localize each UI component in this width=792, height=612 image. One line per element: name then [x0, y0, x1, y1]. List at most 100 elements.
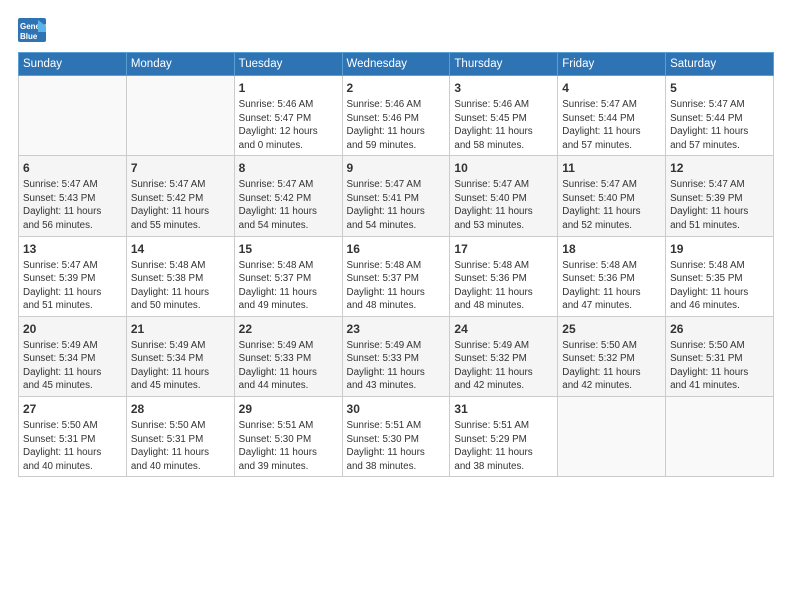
calendar-cell: 2 Sunrise: 5:46 AM Sunset: 5:46 PM Daylig… — [342, 76, 450, 156]
day-detail: Sunrise: 5:49 AM Sunset: 5:34 PM Dayligh… — [131, 339, 230, 393]
calendar-cell: 31 Sunrise: 5:51 AM Sunset: 5:29 PM Dayli… — [450, 397, 558, 477]
day-detail: Sunrise: 5:46 AM Sunset: 5:47 PM Dayligh… — [239, 98, 338, 152]
calendar-day-header: Tuesday — [234, 53, 342, 76]
day-detail: Sunrise: 5:47 AM Sunset: 5:41 PM Dayligh… — [347, 178, 446, 232]
day-detail: Sunrise: 5:47 AM Sunset: 5:44 PM Dayligh… — [670, 98, 769, 152]
calendar-cell: 26 Sunrise: 5:50 AM Sunset: 5:31 PM Dayli… — [666, 316, 774, 396]
day-detail: Sunrise: 5:47 AM Sunset: 5:43 PM Dayligh… — [23, 178, 122, 232]
day-number: 2 — [347, 80, 446, 96]
day-detail: Sunrise: 5:46 AM Sunset: 5:45 PM Dayligh… — [454, 98, 553, 152]
calendar-cell: 11Sunrise: 5:47 AM Sunset: 5:40 PM Dayli… — [558, 156, 666, 236]
day-number: 29 — [239, 401, 338, 417]
day-number: 9 — [347, 160, 446, 176]
calendar-cell: 24 Sunrise: 5:49 AM Sunset: 5:32 PM Dayli… — [450, 316, 558, 396]
day-detail: Sunrise: 5:50 AM Sunset: 5:31 PM Dayligh… — [131, 419, 230, 473]
day-detail: Sunrise: 5:48 AM Sunset: 5:36 PM Dayligh… — [454, 259, 553, 313]
calendar-day-header: Wednesday — [342, 53, 450, 76]
calendar-day-header: Monday — [126, 53, 234, 76]
day-number: 22 — [239, 321, 338, 337]
calendar-cell: 6 Sunrise: 5:47 AM Sunset: 5:43 PM Daylig… — [19, 156, 127, 236]
day-detail: Sunrise: 5:46 AM Sunset: 5:46 PM Dayligh… — [347, 98, 446, 152]
day-detail: Sunrise: 5:50 AM Sunset: 5:31 PM Dayligh… — [670, 339, 769, 393]
calendar-cell: 30Sunrise: 5:51 AM Sunset: 5:30 PM Dayli… — [342, 397, 450, 477]
logo-icon: General Blue — [18, 18, 46, 42]
calendar-cell: 16 Sunrise: 5:48 AM Sunset: 5:37 PM Dayli… — [342, 236, 450, 316]
day-detail: Sunrise: 5:47 AM Sunset: 5:42 PM Dayligh… — [131, 178, 230, 232]
header: General Blue — [18, 18, 774, 42]
day-number: 21 — [131, 321, 230, 337]
day-number: 6 — [23, 160, 122, 176]
calendar-cell: 21 Sunrise: 5:49 AM Sunset: 5:34 PM Dayli… — [126, 316, 234, 396]
calendar-cell: 14Sunrise: 5:48 AM Sunset: 5:38 PM Dayli… — [126, 236, 234, 316]
calendar-cell: 29 Sunrise: 5:51 AM Sunset: 5:30 PM Dayli… — [234, 397, 342, 477]
day-detail: Sunrise: 5:51 AM Sunset: 5:30 PM Dayligh… — [239, 419, 338, 473]
calendar-cell — [126, 76, 234, 156]
day-detail: Sunrise: 5:47 AM Sunset: 5:39 PM Dayligh… — [23, 259, 122, 313]
calendar-cell: 1Sunrise: 5:46 AM Sunset: 5:47 PM Daylig… — [234, 76, 342, 156]
calendar-cell: 9 Sunrise: 5:47 AM Sunset: 5:41 PM Daylig… — [342, 156, 450, 236]
calendar-header-row: SundayMondayTuesdayWednesdayThursdayFrid… — [19, 53, 774, 76]
day-number: 28 — [131, 401, 230, 417]
day-detail: Sunrise: 5:48 AM Sunset: 5:37 PM Dayligh… — [347, 259, 446, 313]
calendar-cell: 19 Sunrise: 5:48 AM Sunset: 5:35 PM Dayli… — [666, 236, 774, 316]
calendar-cell — [558, 397, 666, 477]
calendar-week-row: 1Sunrise: 5:46 AM Sunset: 5:47 PM Daylig… — [19, 76, 774, 156]
calendar-week-row: 13 Sunrise: 5:47 AM Sunset: 5:39 PM Dayli… — [19, 236, 774, 316]
day-number: 26 — [670, 321, 769, 337]
day-number: 17 — [454, 241, 553, 257]
day-detail: Sunrise: 5:47 AM Sunset: 5:44 PM Dayligh… — [562, 98, 661, 152]
day-detail: Sunrise: 5:50 AM Sunset: 5:31 PM Dayligh… — [23, 419, 122, 473]
calendar-week-row: 20 Sunrise: 5:49 AM Sunset: 5:34 PM Dayli… — [19, 316, 774, 396]
day-detail: Sunrise: 5:48 AM Sunset: 5:38 PM Dayligh… — [131, 259, 230, 313]
calendar-cell — [19, 76, 127, 156]
day-number: 10 — [454, 160, 553, 176]
day-number: 16 — [347, 241, 446, 257]
calendar-cell: 10 Sunrise: 5:47 AM Sunset: 5:40 PM Dayli… — [450, 156, 558, 236]
calendar-cell: 3 Sunrise: 5:46 AM Sunset: 5:45 PM Daylig… — [450, 76, 558, 156]
day-number: 11 — [562, 160, 661, 176]
day-number: 4 — [562, 80, 661, 96]
day-detail: Sunrise: 5:47 AM Sunset: 5:40 PM Dayligh… — [454, 178, 553, 232]
day-detail: Sunrise: 5:48 AM Sunset: 5:35 PM Dayligh… — [670, 259, 769, 313]
calendar-cell: 4 Sunrise: 5:47 AM Sunset: 5:44 PM Daylig… — [558, 76, 666, 156]
day-number: 19 — [670, 241, 769, 257]
day-number: 7 — [131, 160, 230, 176]
day-number: 18 — [562, 241, 661, 257]
day-detail: Sunrise: 5:49 AM Sunset: 5:32 PM Dayligh… — [454, 339, 553, 393]
calendar-cell: 13 Sunrise: 5:47 AM Sunset: 5:39 PM Dayli… — [19, 236, 127, 316]
calendar-cell: 7 Sunrise: 5:47 AM Sunset: 5:42 PM Daylig… — [126, 156, 234, 236]
day-number: 5 — [670, 80, 769, 96]
day-number: 13 — [23, 241, 122, 257]
day-detail: Sunrise: 5:50 AM Sunset: 5:32 PM Dayligh… — [562, 339, 661, 393]
calendar-cell: 15 Sunrise: 5:48 AM Sunset: 5:37 PM Dayli… — [234, 236, 342, 316]
day-detail: Sunrise: 5:47 AM Sunset: 5:39 PM Dayligh… — [670, 178, 769, 232]
calendar-cell: 22 Sunrise: 5:49 AM Sunset: 5:33 PM Dayli… — [234, 316, 342, 396]
day-number: 24 — [454, 321, 553, 337]
day-number: 30 — [347, 401, 446, 417]
calendar-week-row: 6 Sunrise: 5:47 AM Sunset: 5:43 PM Daylig… — [19, 156, 774, 236]
calendar-cell: 27Sunrise: 5:50 AM Sunset: 5:31 PM Dayli… — [19, 397, 127, 477]
calendar-cell: 18 Sunrise: 5:48 AM Sunset: 5:36 PM Dayli… — [558, 236, 666, 316]
calendar-table: SundayMondayTuesdayWednesdayThursdayFrid… — [18, 52, 774, 477]
day-number: 15 — [239, 241, 338, 257]
day-detail: Sunrise: 5:51 AM Sunset: 5:29 PM Dayligh… — [454, 419, 553, 473]
day-detail: Sunrise: 5:49 AM Sunset: 5:33 PM Dayligh… — [239, 339, 338, 393]
calendar-cell: 23Sunrise: 5:49 AM Sunset: 5:33 PM Dayli… — [342, 316, 450, 396]
day-number: 31 — [454, 401, 553, 417]
logo: General Blue — [18, 18, 50, 42]
day-number: 3 — [454, 80, 553, 96]
day-detail: Sunrise: 5:47 AM Sunset: 5:42 PM Dayligh… — [239, 178, 338, 232]
day-detail: Sunrise: 5:49 AM Sunset: 5:34 PM Dayligh… — [23, 339, 122, 393]
day-number: 20 — [23, 321, 122, 337]
calendar-cell: 25Sunrise: 5:50 AM Sunset: 5:32 PM Dayli… — [558, 316, 666, 396]
calendar-cell — [666, 397, 774, 477]
calendar-week-row: 27Sunrise: 5:50 AM Sunset: 5:31 PM Dayli… — [19, 397, 774, 477]
day-number: 12 — [670, 160, 769, 176]
day-detail: Sunrise: 5:48 AM Sunset: 5:37 PM Dayligh… — [239, 259, 338, 313]
calendar-day-header: Friday — [558, 53, 666, 76]
day-detail: Sunrise: 5:48 AM Sunset: 5:36 PM Dayligh… — [562, 259, 661, 313]
calendar-cell: 20 Sunrise: 5:49 AM Sunset: 5:34 PM Dayli… — [19, 316, 127, 396]
calendar-cell: 8Sunrise: 5:47 AM Sunset: 5:42 PM Daylig… — [234, 156, 342, 236]
calendar-day-header: Thursday — [450, 53, 558, 76]
page: General Blue SundayMondayTuesdayWednesda… — [0, 0, 792, 489]
